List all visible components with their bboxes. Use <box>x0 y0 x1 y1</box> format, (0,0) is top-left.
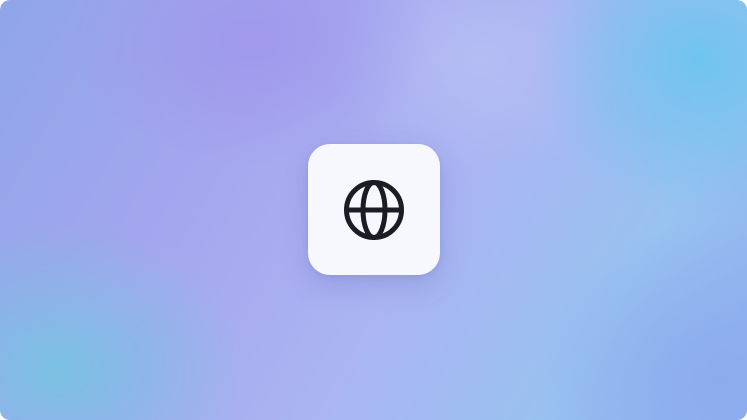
app-tile[interactable] <box>308 144 440 275</box>
gradient-background <box>0 0 747 420</box>
globe-icon <box>342 178 406 242</box>
